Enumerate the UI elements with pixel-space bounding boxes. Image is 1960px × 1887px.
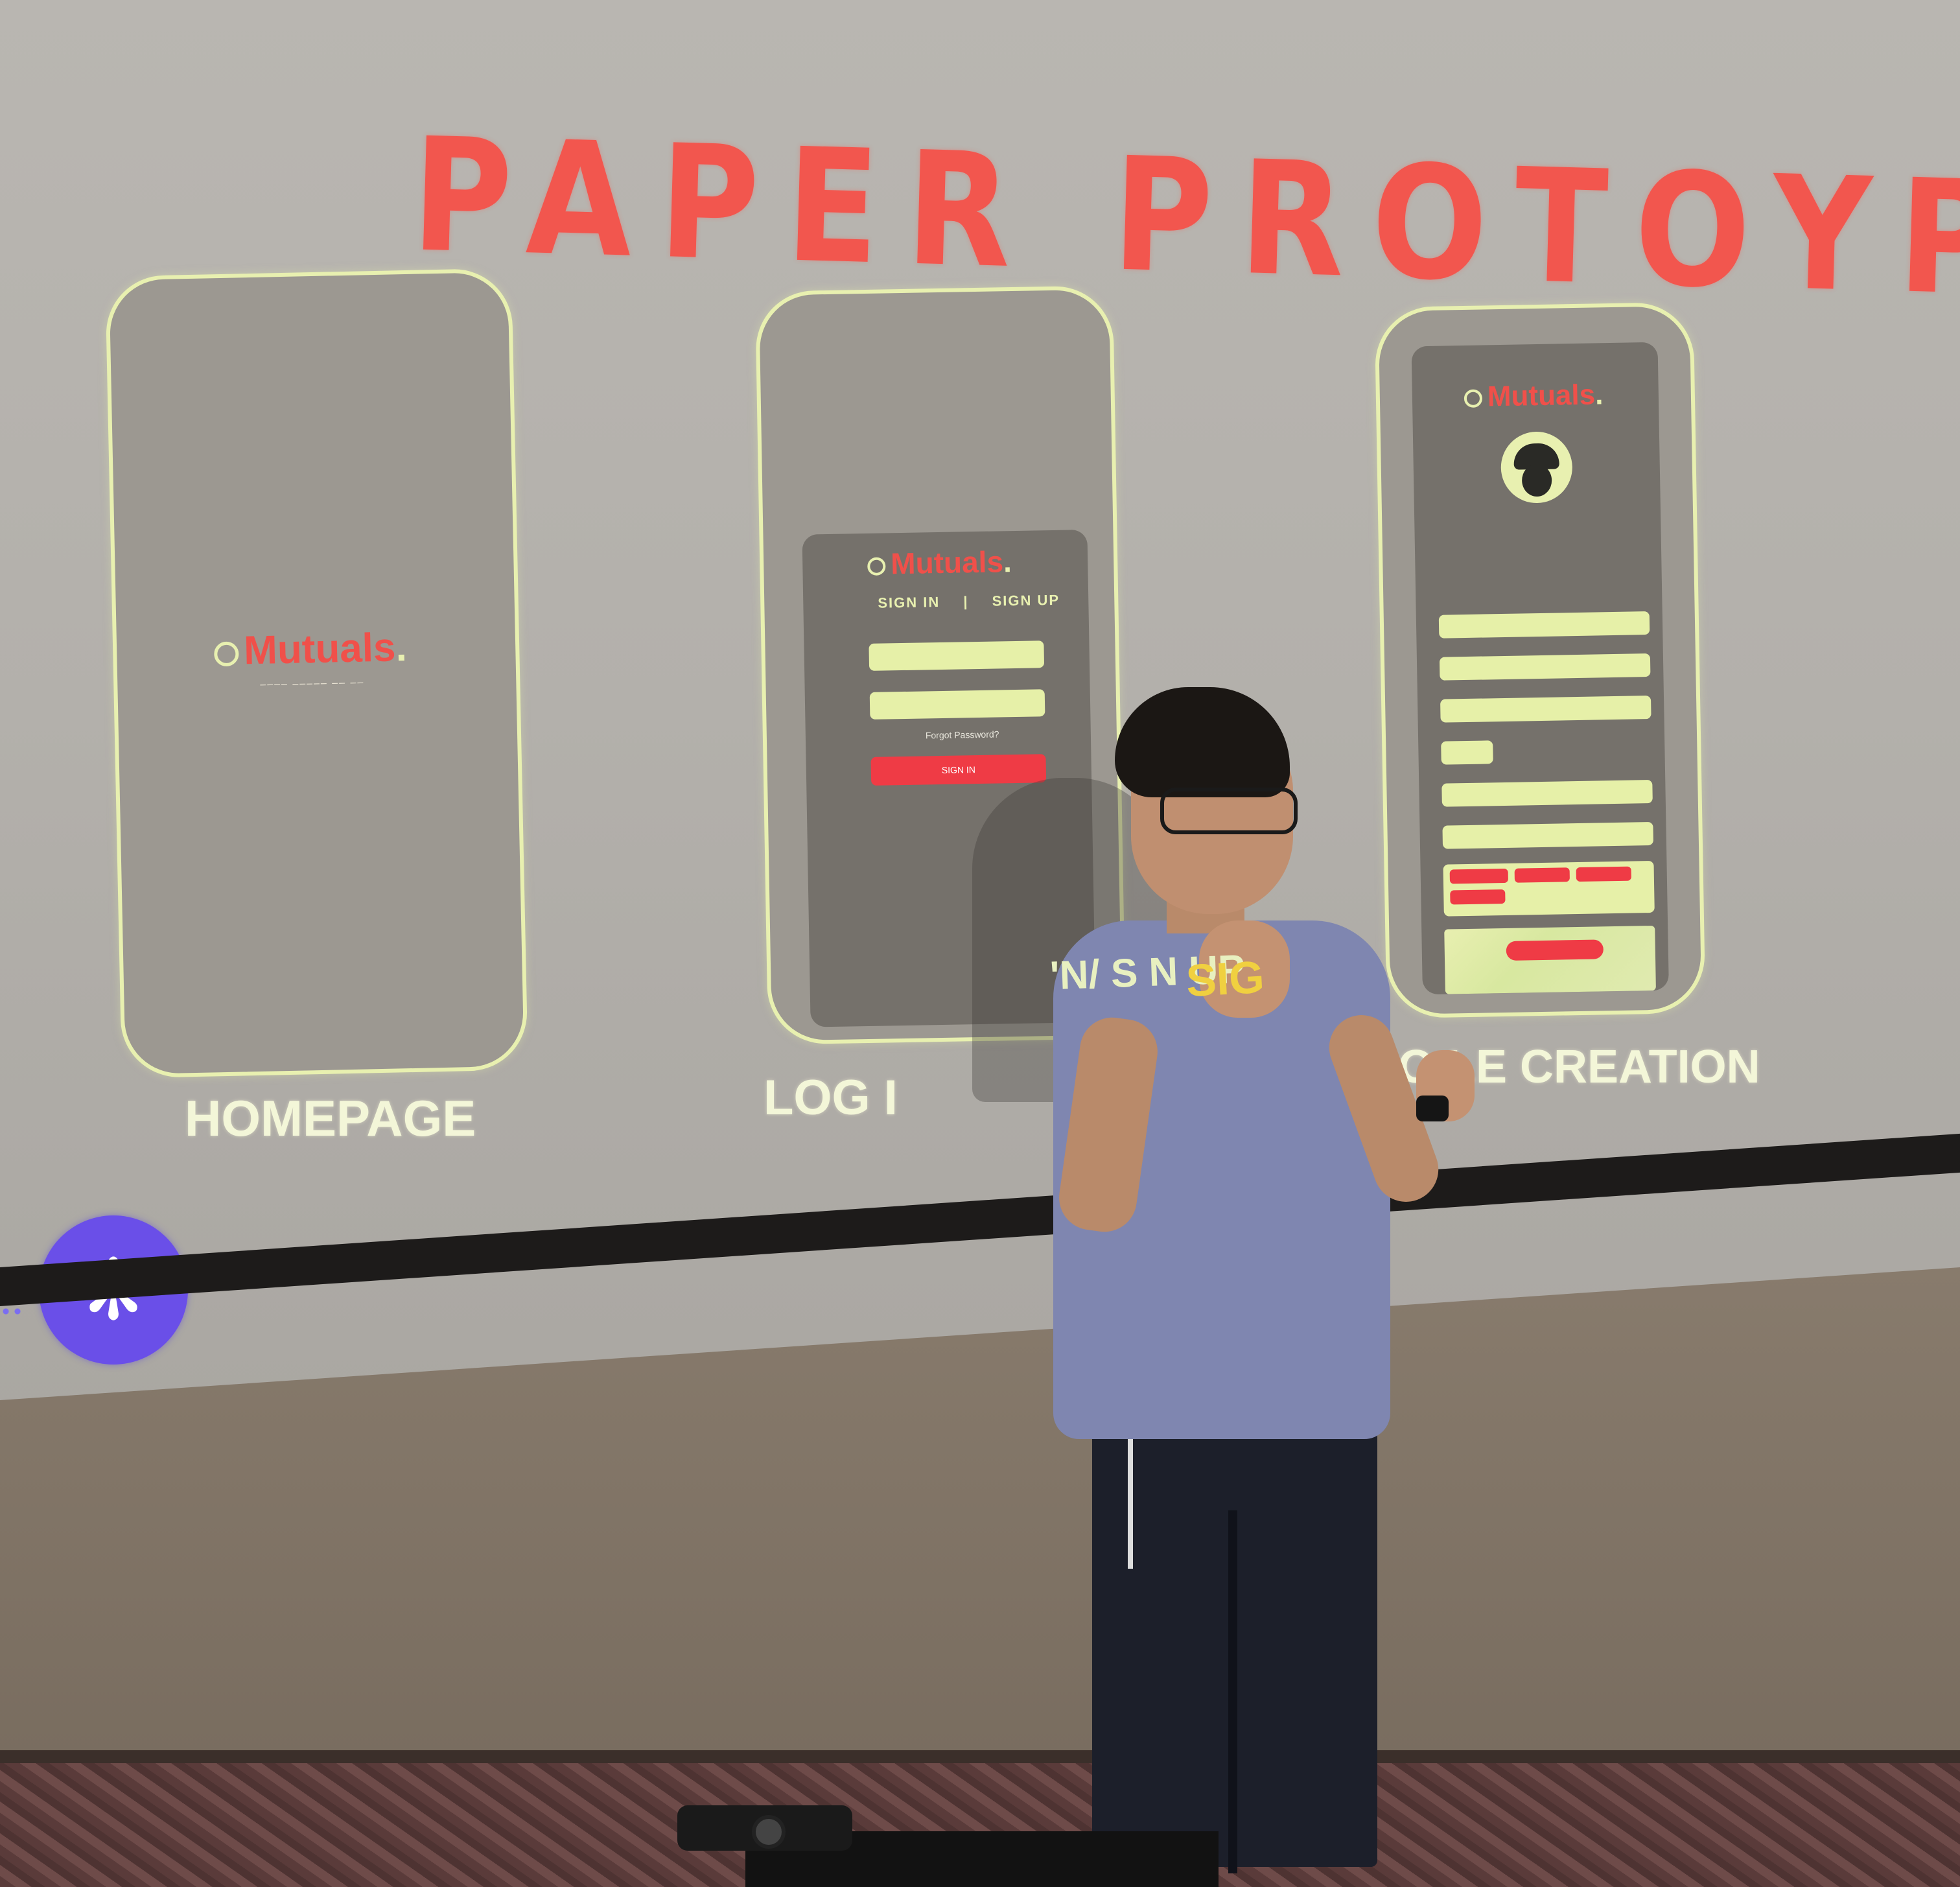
phone-mockup-homepage: Mutuals. –––– ––––– –– –– (105, 268, 528, 1079)
brand-period: . (395, 625, 408, 670)
presenter-watch (1416, 1096, 1449, 1121)
brand-name: Mutuals (1487, 379, 1596, 413)
projected-sig-on-hand: SIG (1185, 951, 1266, 1007)
username-field[interactable] (869, 640, 1045, 671)
tab-sign-up[interactable]: SIGN UP (992, 592, 1060, 609)
tab-separator: | (963, 593, 969, 610)
presenter-glasses (1160, 788, 1298, 834)
brand-period: . (1003, 545, 1012, 579)
create-profile-button[interactable] (1506, 939, 1604, 961)
logo-icon (867, 557, 886, 576)
caption-login: LOG I (764, 1070, 898, 1125)
presenter-pants-gap (1228, 1510, 1237, 1873)
verify-password-field[interactable] (1442, 821, 1654, 849)
password-field[interactable] (1441, 780, 1653, 807)
pants-stripe (1128, 1426, 1133, 1569)
avatar[interactable] (1500, 431, 1573, 504)
brand-name: Mutuals (243, 625, 397, 674)
tagline: –––– ––––– –– –– (260, 677, 365, 690)
brand-period: . (1594, 379, 1604, 411)
webcam-lens-icon (752, 1815, 786, 1849)
interest-chip[interactable] (1514, 867, 1570, 883)
brand-logo: Mutuals. (1464, 379, 1604, 414)
brand-name: Mutuals (890, 545, 1004, 581)
brand-logo: Mutuals. (213, 624, 408, 674)
avatar-head (1521, 463, 1552, 497)
phone-mockup-profile-creation: Mutuals. (1374, 301, 1706, 1019)
interest-chip[interactable] (1576, 866, 1631, 882)
phone-field[interactable] (1440, 696, 1651, 723)
password-field[interactable] (869, 689, 1045, 720)
forgot-password-link[interactable]: Forgot Password? (926, 729, 999, 740)
auth-tabs: SIGN IN | SIGN UP (878, 592, 1060, 612)
age-select[interactable] (1441, 740, 1493, 765)
fullname-field[interactable] (1438, 611, 1650, 639)
brand-logo: Mutuals. (867, 544, 1012, 581)
interest-chip[interactable] (1450, 889, 1506, 905)
caption-homepage: HOMEPAGE (185, 1090, 476, 1147)
interest-chip[interactable] (1449, 868, 1508, 884)
sign-in-button[interactable]: SIGN IN (870, 754, 1047, 786)
tab-sign-in[interactable]: SIGN IN (878, 594, 940, 611)
profile-screen: Mutuals. (1411, 342, 1669, 995)
email-field[interactable] (1439, 653, 1651, 681)
logo-icon (213, 641, 239, 666)
logo-icon (1464, 389, 1483, 408)
